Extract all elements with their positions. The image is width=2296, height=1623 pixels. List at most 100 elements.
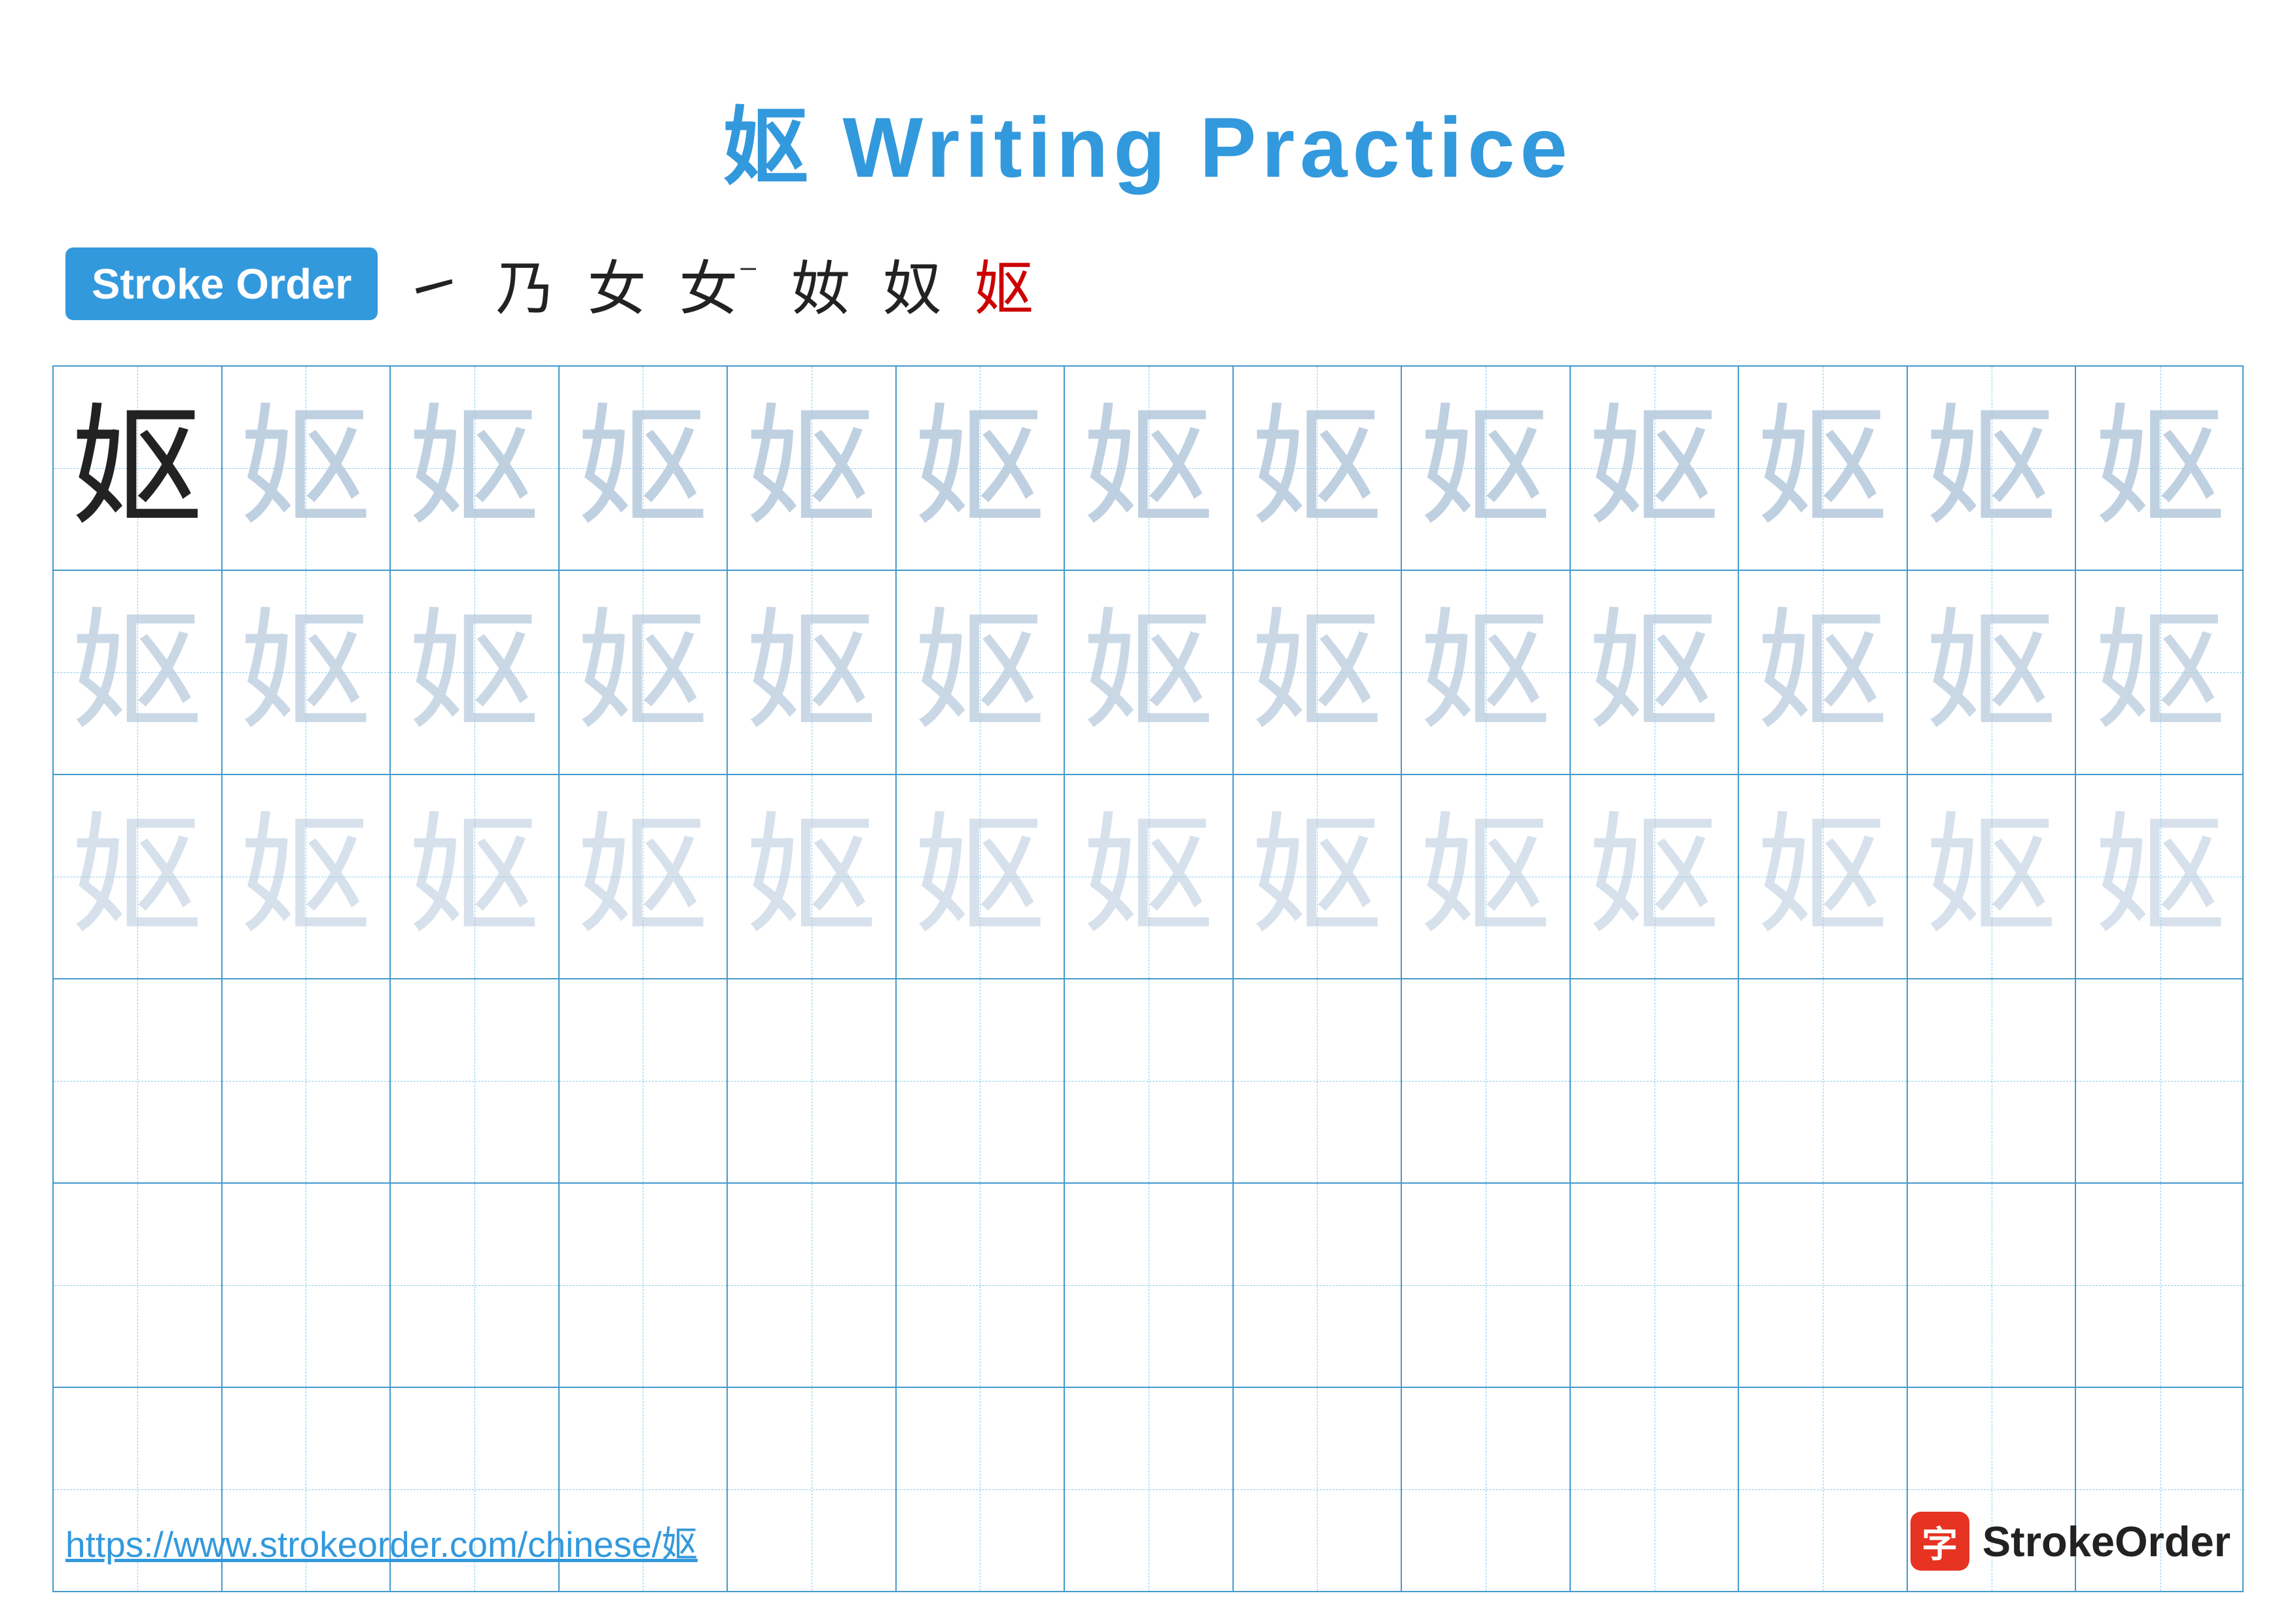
grid-cell-r5-c3[interactable] xyxy=(391,1184,560,1387)
grid-cell-r2-c4[interactable]: 妪 xyxy=(560,571,728,774)
char-faint: 妪 xyxy=(240,811,371,942)
grid-cell-r1-c9[interactable]: 妪 xyxy=(1402,367,1571,570)
char-faint: 妪 xyxy=(577,403,708,534)
grid-cell-r5-c12[interactable] xyxy=(1908,1184,2077,1387)
grid-cell-r2-c8[interactable]: 妪 xyxy=(1234,571,1403,774)
grid-row-4 xyxy=(54,979,2242,1184)
grid-row-5 xyxy=(54,1184,2242,1388)
char-faint: 妪 xyxy=(746,811,877,942)
grid-cell-r2-c9[interactable]: 妪 xyxy=(1402,571,1571,774)
grid-cell-r4-c9[interactable] xyxy=(1402,979,1571,1182)
grid-cell-r4-c1[interactable] xyxy=(54,979,223,1182)
grid-cell-r4-c13[interactable] xyxy=(2076,979,2245,1182)
grid-cell-r5-c6[interactable] xyxy=(897,1184,1066,1387)
grid-cell-r4-c4[interactable] xyxy=(560,979,728,1182)
grid-cell-r2-c1[interactable]: 妪 xyxy=(54,571,223,774)
stroke-order-section: Stroke Order ㇀ 乃 女 女⁻ 奻 奴 妪 xyxy=(0,202,2296,352)
grid-cell-r3-c3[interactable]: 妪 xyxy=(391,775,560,978)
grid-cell-r4-c12[interactable] xyxy=(1908,979,2077,1182)
grid-cell-r5-c8[interactable] xyxy=(1234,1184,1403,1387)
char-faint: 妪 xyxy=(1589,607,1720,738)
char-faint: 妪 xyxy=(1589,403,1720,534)
grid-cell-r1-c6[interactable]: 妪 xyxy=(897,367,1066,570)
grid-cell-r2-c6[interactable]: 妪 xyxy=(897,571,1066,774)
stroke-step-6: 奴 xyxy=(883,241,942,326)
grid-cell-r2-c13[interactable]: 妪 xyxy=(2076,571,2245,774)
char-faint: 妪 xyxy=(1251,403,1382,534)
char-faint: 妪 xyxy=(1251,607,1382,738)
grid-cell-r4-c8[interactable] xyxy=(1234,979,1403,1182)
grid-row-2: 妪 妪 妪 妪 妪 妪 妪 妪 妪 妪 妪 妪 妪 xyxy=(54,571,2242,775)
char-faint: 妪 xyxy=(240,607,371,738)
char-faint: 妪 xyxy=(2095,403,2226,534)
char-faint: 妪 xyxy=(914,607,1045,738)
footer-url[interactable]: https://www.strokeorder.com/chinese/妪 xyxy=(65,1515,698,1567)
grid-cell-r3-c7[interactable]: 妪 xyxy=(1065,775,1234,978)
grid-cell-r1-c1[interactable]: 妪 xyxy=(54,367,223,570)
grid-cell-r3-c10[interactable]: 妪 xyxy=(1571,775,1740,978)
grid-cell-r3-c12[interactable]: 妪 xyxy=(1908,775,2077,978)
grid-cell-r1-c8[interactable]: 妪 xyxy=(1234,367,1403,570)
char-faint: 妪 xyxy=(1757,607,1888,738)
grid-cell-r3-c2[interactable]: 妪 xyxy=(223,775,391,978)
grid-cell-r4-c11[interactable] xyxy=(1739,979,1908,1182)
grid-cell-r3-c9[interactable]: 妪 xyxy=(1402,775,1571,978)
grid-cell-r5-c5[interactable] xyxy=(728,1184,897,1387)
grid-cell-r1-c4[interactable]: 妪 xyxy=(560,367,728,570)
grid-cell-r4-c2[interactable] xyxy=(223,979,391,1182)
grid-cell-r4-c3[interactable] xyxy=(391,979,560,1182)
grid-cell-r4-c6[interactable] xyxy=(897,979,1066,1182)
grid-cell-r4-c7[interactable] xyxy=(1065,979,1234,1182)
grid-cell-r5-c11[interactable] xyxy=(1739,1184,1908,1387)
grid-cell-r3-c13[interactable]: 妪 xyxy=(2076,775,2245,978)
grid-cell-r2-c11[interactable]: 妪 xyxy=(1739,571,1908,774)
grid-cell-r5-c9[interactable] xyxy=(1402,1184,1571,1387)
char-faint: 妪 xyxy=(1083,811,1214,942)
grid-cell-r2-c5[interactable]: 妪 xyxy=(728,571,897,774)
grid-cell-r5-c2[interactable] xyxy=(223,1184,391,1387)
logo-icon: 字 xyxy=(1910,1512,1969,1571)
grid-cell-r3-c11[interactable]: 妪 xyxy=(1739,775,1908,978)
grid-row-1: 妪 妪 妪 妪 妪 妪 妪 妪 妪 妪 妪 妪 xyxy=(54,367,2242,571)
grid-cell-r5-c1[interactable] xyxy=(54,1184,223,1387)
char-faint: 妪 xyxy=(1757,403,1888,534)
grid-cell-r5-c4[interactable] xyxy=(560,1184,728,1387)
char-faint: 妪 xyxy=(746,403,877,534)
grid-cell-r5-c13[interactable] xyxy=(2076,1184,2245,1387)
grid-cell-r2-c7[interactable]: 妪 xyxy=(1065,571,1234,774)
grid-cell-r2-c3[interactable]: 妪 xyxy=(391,571,560,774)
grid-cell-r1-c2[interactable]: 妪 xyxy=(223,367,391,570)
stroke-steps: ㇀ 乃 女 女⁻ 奻 奴 妪 xyxy=(404,241,1033,326)
grid-cell-r5-c7[interactable] xyxy=(1065,1184,1234,1387)
char-faint: 妪 xyxy=(409,811,540,942)
grid-cell-r3-c5[interactable]: 妪 xyxy=(728,775,897,978)
grid-cell-r4-c10[interactable] xyxy=(1571,979,1740,1182)
grid-cell-r2-c2[interactable]: 妪 xyxy=(223,571,391,774)
stroke-step-2: 乃 xyxy=(495,241,554,326)
grid-cell-r1-c3[interactable]: 妪 xyxy=(391,367,560,570)
grid-cell-r1-c11[interactable]: 妪 xyxy=(1739,367,1908,570)
grid-cell-r3-c6[interactable]: 妪 xyxy=(897,775,1066,978)
grid-cell-r2-c12[interactable]: 妪 xyxy=(1908,571,2077,774)
footer-logo: 字 StrokeOrder xyxy=(1910,1512,2231,1571)
char-faint: 妪 xyxy=(240,403,371,534)
grid-cell-r3-c4[interactable]: 妪 xyxy=(560,775,728,978)
grid-cell-r1-c10[interactable]: 妪 xyxy=(1571,367,1740,570)
grid-cell-r2-c10[interactable]: 妪 xyxy=(1571,571,1740,774)
char-faint: 妪 xyxy=(1420,607,1551,738)
grid-cell-r3-c1[interactable]: 妪 xyxy=(54,775,223,978)
grid-cell-r1-c5[interactable]: 妪 xyxy=(728,367,897,570)
char-faint: 妪 xyxy=(577,811,708,942)
char-solid: 妪 xyxy=(72,403,203,534)
grid-cell-r1-c12[interactable]: 妪 xyxy=(1908,367,2077,570)
grid-cell-r1-c13[interactable]: 妪 xyxy=(2076,367,2245,570)
char-faint: 妪 xyxy=(577,607,708,738)
grid-cell-r4-c5[interactable] xyxy=(728,979,897,1182)
grid-cell-r3-c8[interactable]: 妪 xyxy=(1234,775,1403,978)
grid-cell-r5-c10[interactable] xyxy=(1571,1184,1740,1387)
char-faint: 妪 xyxy=(2095,811,2226,942)
grid-cell-r1-c7[interactable]: 妪 xyxy=(1065,367,1234,570)
char-faint: 妪 xyxy=(409,607,540,738)
char-faint: 妪 xyxy=(1251,811,1382,942)
char-faint: 妪 xyxy=(1420,811,1551,942)
